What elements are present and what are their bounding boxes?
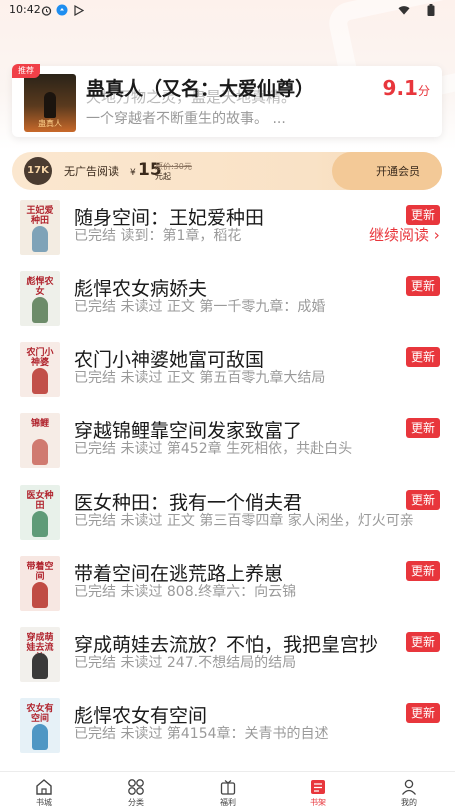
list-item[interactable]: 锦鲤 穿越锦鲤靠空间发家致富了 已完结 未读过 第452章 生死相依，共赴白头 …: [0, 413, 455, 485]
vip-price-unit: 元起: [155, 172, 171, 181]
book-info: 已完结 读到：第1章，稻花: [74, 228, 242, 244]
book-info: 已完结 未读过 正文 第五百零九章大结局: [74, 370, 326, 386]
list-item[interactable]: 穿成萌娃去流放 穿成萌娃去流放？不怕，我把皇宫抄 已完结 未读过 247.不想结…: [0, 627, 455, 699]
book-cover: 彪悍农女: [20, 271, 60, 326]
notification-app-icon: [56, 4, 68, 16]
vip-logo-icon: 17K: [24, 157, 52, 185]
update-badge: 更新: [406, 561, 440, 581]
book-cover: 农女有空间: [20, 698, 60, 753]
vip-label: 无广告阅读: [64, 165, 119, 178]
alarm-icon: [40, 4, 52, 16]
book-info: 已完结 未读过 第452章 生死相依，共赴白头: [74, 441, 353, 457]
wifi-icon: [398, 4, 410, 16]
book-info: 已完结 未读过 正文 第三百零四章 家人闲坐，灯火可亲: [74, 513, 414, 529]
book-info: 已完结 未读过 808.终章六：向云锦: [74, 584, 297, 600]
list-item[interactable]: 农女有空间 彪悍农女有空间 已完结 未读过 第4154章：关青书的自述 更新: [0, 698, 455, 770]
battery-icon: [425, 4, 437, 16]
bottom-nav: 书城 分类 福利 书架 我的: [0, 771, 455, 809]
book-info: 已完结 未读过 第4154章：关青书的自述: [74, 726, 329, 742]
book-cover: 带着空间: [20, 556, 60, 611]
recommend-book-cover: 蛊真人: [24, 74, 76, 132]
update-badge: 更新: [406, 418, 440, 438]
update-badge: 更新: [406, 347, 440, 367]
category-icon: [127, 778, 145, 796]
profile-icon: [400, 778, 418, 796]
gift-icon: [219, 778, 237, 796]
update-badge: 更新: [406, 205, 440, 225]
bookshelf-icon: [309, 778, 327, 796]
book-cover: 锦鲤: [20, 413, 60, 468]
nav-item-bookstore[interactable]: 书城: [14, 772, 74, 809]
vip-currency: ¥: [130, 168, 136, 178]
book-cover: 农门小神婆: [20, 342, 60, 397]
play-store-icon: [72, 4, 84, 16]
status-time: 10:42: [9, 3, 41, 16]
recommend-tag: 推荐: [12, 64, 40, 78]
continue-reading-link[interactable]: 继续阅读 ›: [369, 224, 440, 245]
list-item[interactable]: 带着空间 带着空间在逃荒路上养崽 已完结 未读过 808.终章六：向云锦 更新: [0, 556, 455, 628]
book-info: 已完结 未读过 247.不想结局的结局: [74, 655, 297, 671]
book-cover: 医女种田: [20, 485, 60, 540]
book-info: 已完结 未读过 正文 第一千零九章：成婚: [74, 299, 326, 315]
recommend-card[interactable]: 推荐 蛊真人 天地万物之灵，蛊是天地真精。 蛊真人（又名：大爱仙尊） 一个穿越者…: [12, 64, 442, 137]
list-item[interactable]: 医女种田 医女种田：我有一个俏夫君 已完结 未读过 正文 第三百零四章 家人闲坐…: [0, 485, 455, 557]
home-icon: [35, 778, 53, 796]
list-item[interactable]: 王妃爱种田 随身空间：王妃爱种田 已完结 读到：第1章，稻花 更新 继续阅读 ›: [0, 200, 455, 272]
update-badge: 更新: [406, 703, 440, 723]
recommend-title: 蛊真人（又名：大爱仙尊）: [86, 78, 315, 100]
vip-open-button[interactable]: 开通会员: [376, 163, 420, 179]
update-badge: 更新: [406, 276, 440, 296]
list-item[interactable]: 农门小神婆 农门小神婆她富可敌国 已完结 未读过 正文 第五百零九章大结局 更新: [0, 342, 455, 414]
nav-item-welfare[interactable]: 福利: [198, 772, 258, 809]
nav-item-category[interactable]: 分类: [106, 772, 166, 809]
book-cover: 穿成萌娃去流放: [20, 627, 60, 682]
update-badge: 更新: [406, 632, 440, 652]
list-item[interactable]: 彪悍农女 彪悍农女病娇夫 已完结 未读过 正文 第一千零九章：成婚 更新: [0, 271, 455, 343]
nav-item-bookshelf[interactable]: 书架: [288, 772, 348, 809]
update-badge: 更新: [406, 490, 440, 510]
recommend-score: 9.1分: [382, 76, 430, 100]
recommend-description: 一个穿越者不断重生的故事。 ...: [86, 111, 286, 127]
book-cover: 王妃爱种田: [20, 200, 60, 255]
status-bar: 10:42: [0, 0, 455, 20]
nav-item-profile[interactable]: 我的: [379, 772, 439, 809]
